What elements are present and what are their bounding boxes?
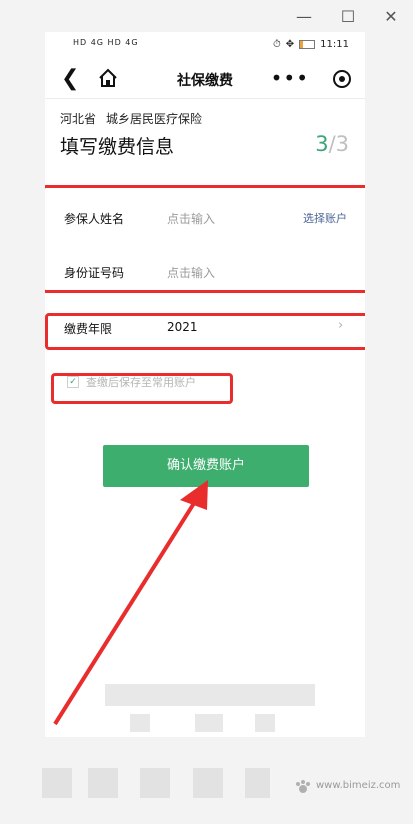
blur-block xyxy=(88,768,118,798)
save-account-label: 查缴后保存至常用账户 xyxy=(86,376,196,389)
year-value[interactable]: 2021 xyxy=(167,320,198,334)
step-current: 3 xyxy=(315,132,329,156)
bluetooth-icon: ✥ xyxy=(285,39,295,50)
battery-icon xyxy=(299,40,316,49)
blur-block xyxy=(245,768,270,798)
save-account-row[interactable]: ✓ 查缴后保存至常用账户 xyxy=(67,374,196,390)
blur-block xyxy=(255,714,275,732)
form-heading: 填写缴费信息 xyxy=(60,136,175,158)
province-label: 河北省 xyxy=(60,112,97,126)
blur-block xyxy=(42,768,72,798)
step-indicator: 3/3 xyxy=(315,132,349,156)
more-dots-icon[interactable]: ••• xyxy=(271,66,309,90)
maximize-icon[interactable]: ☐ xyxy=(337,6,359,28)
step-total: /3 xyxy=(328,132,349,156)
insurance-type-label: 城乡居民医疗保险 xyxy=(106,112,203,126)
breadcrumb: 河北省 城乡居民医疗保险 xyxy=(60,110,202,127)
year-label: 缴费年限 xyxy=(64,322,113,336)
blur-block xyxy=(140,768,170,798)
blur-block xyxy=(130,714,150,732)
select-account-link[interactable]: 选择账户 xyxy=(303,210,347,226)
paw-logo-icon xyxy=(296,780,310,793)
status-time: 11:11 xyxy=(320,39,349,50)
confirm-account-button[interactable]: 确认缴费账户 xyxy=(103,445,309,487)
target-icon[interactable] xyxy=(333,70,351,88)
blur-block xyxy=(105,684,315,706)
phone-screen: HD 4G HD 4G ⏱ ✥ 11:11 ❮ 社保缴费 ••• 河北省 城乡居民… xyxy=(45,32,365,737)
watermark-text: www.bimeiz.com xyxy=(316,780,401,791)
battery-fill xyxy=(300,41,303,48)
alarm-icon: ⏱ xyxy=(272,39,281,50)
name-input[interactable]: 点击输入 xyxy=(167,210,215,227)
id-input[interactable]: 点击输入 xyxy=(167,264,215,281)
signal-indicators: HD 4G HD 4G xyxy=(73,38,139,47)
minimize-icon[interactable]: — xyxy=(293,6,315,28)
chevron-right-icon[interactable]: › xyxy=(338,318,343,333)
name-label: 参保人姓名 xyxy=(64,212,125,226)
close-icon[interactable]: ✕ xyxy=(380,6,402,28)
checkmark-icon[interactable]: ✓ xyxy=(67,376,79,388)
page-title: 社保缴费 xyxy=(177,73,233,89)
id-label: 身份证号码 xyxy=(64,266,125,280)
status-bar: HD 4G HD 4G ⏱ ✥ 11:11 xyxy=(45,38,365,54)
blur-block xyxy=(193,768,223,798)
blur-block xyxy=(195,714,223,732)
nav-bar: ❮ 社保缴费 ••• xyxy=(45,62,365,98)
watermark: www.bimeiz.com xyxy=(294,776,400,802)
nav-divider xyxy=(45,98,365,99)
